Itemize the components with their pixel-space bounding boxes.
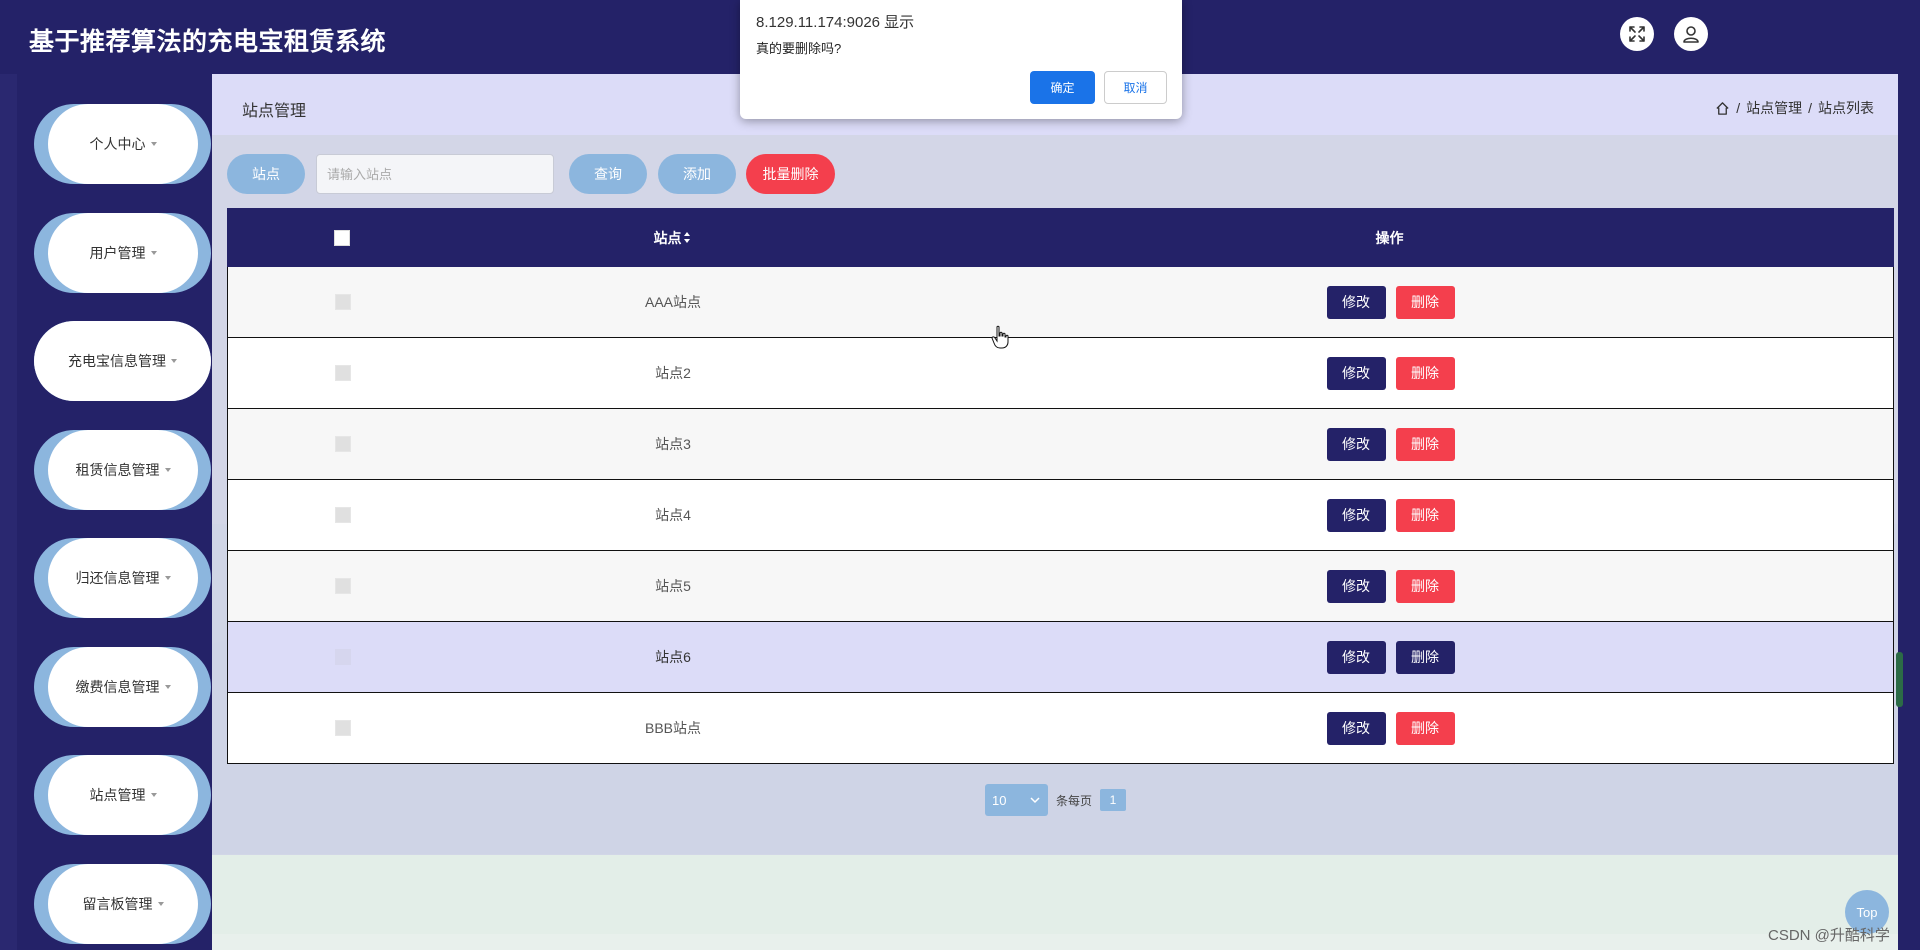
table-row: BBB站点 修改 删除 [227,693,1894,764]
sidebar-item-powerbank-info[interactable]: 充电宝信息管理 [34,321,211,401]
caret-down-icon [150,793,157,797]
caret-down-icon [150,142,157,146]
sidebar-item-rental-info[interactable]: 租赁信息管理 [34,430,211,510]
home-icon[interactable] [1715,101,1730,116]
station-search-input[interactable] [316,154,554,194]
page-number-button[interactable]: 1 [1100,789,1127,811]
fullscreen-button[interactable] [1620,17,1654,51]
breadcrumb-station-management[interactable]: 站点管理 [1746,98,1802,118]
main-content: 站点管理 / 站点管理 / 站点列表 站点 查询 添加 批量删除 站点 操作 A… [212,74,1898,950]
user-button[interactable] [1674,17,1708,51]
column-header-station[interactable]: 站点 [457,208,887,267]
station-name: 站点6 [655,649,691,665]
station-name: BBB站点 [644,720,701,736]
row-checkbox[interactable] [335,436,351,452]
edit-button[interactable]: 修改 [1326,427,1386,461]
table-row: 站点4 修改 删除 [227,480,1894,551]
sidebar-item-station-management[interactable]: 站点管理 [34,755,211,835]
hand-cursor-icon [991,325,1009,349]
sidebar: 个人中心 用户管理 充电宝信息管理 租赁信息管理 归还信息管理 缴费信息管理 站… [17,74,212,950]
station-name: 站点4 [655,507,691,523]
edit-button[interactable]: 修改 [1326,285,1386,319]
delete-button[interactable]: 删除 [1395,711,1455,745]
dialog-origin: 8.129.11.174:9026 显示 [756,14,915,31]
table-row: 站点2 修改 删除 [227,338,1894,409]
station-filter-label: 站点 [227,154,305,194]
confirm-ok-button[interactable]: 确定 [1030,71,1095,104]
caret-down-icon [171,359,177,363]
station-name: 站点2 [655,365,691,381]
caret-down-icon [164,576,171,580]
row-checkbox[interactable] [335,365,351,381]
breadcrumb-station-list: 站点列表 [1818,100,1874,116]
delete-button[interactable]: 删除 [1395,427,1455,461]
sidebar-item-personal-center[interactable]: 个人中心 [34,104,211,184]
page-title: 站点管理 [242,103,307,120]
table-row: 站点5 修改 删除 [227,551,1894,622]
edit-button[interactable]: 修改 [1326,498,1386,532]
row-checkbox[interactable] [335,507,351,523]
table-row: 站点6 修改 删除 [227,622,1894,693]
breadcrumb: / 站点管理 / 站点列表 [1715,98,1874,118]
delete-button[interactable]: 删除 [1395,285,1455,319]
edit-button[interactable]: 修改 [1326,640,1386,674]
edit-button[interactable]: 修改 [1326,356,1386,390]
station-name: AAA站点 [644,294,701,310]
select-all-checkbox[interactable] [334,229,350,246]
pagination: 10 条每页 1 [985,784,1127,816]
table-header: 站点 操作 [227,208,1894,267]
edit-button[interactable]: 修改 [1326,711,1386,745]
confirm-cancel-button[interactable]: 取消 [1104,71,1167,104]
scrollbar-thumb[interactable] [1896,652,1903,707]
table-row: 站点3 修改 删除 [227,409,1894,480]
row-checkbox[interactable] [335,649,351,665]
caret-down-icon [164,685,171,689]
sidebar-item-message-board[interactable]: 留言板管理 [34,864,211,944]
caret-down-icon [164,468,171,472]
station-name: 站点3 [655,436,691,452]
app-title: 基于推荐算法的充电宝租赁系统 [29,28,387,56]
page-size-select[interactable]: 10 [985,784,1048,816]
delete-button[interactable]: 删除 [1395,498,1455,532]
edit-button[interactable]: 修改 [1326,569,1386,603]
column-header-actions: 操作 [1375,229,1404,246]
sidebar-item-user-management[interactable]: 用户管理 [34,213,211,293]
watermark: CSDN @升酷科学 [1768,927,1890,944]
sidebar-item-return-info[interactable]: 归还信息管理 [34,538,211,618]
confirm-dialog: 8.129.11.174:9026 显示 真的要删除吗? 确定 取消 [740,0,1182,119]
row-checkbox[interactable] [335,720,351,736]
sidebar-item-payment-info[interactable]: 缴费信息管理 [34,647,211,727]
caret-down-icon [157,902,164,906]
table-row: AAA站点 修改 删除 [227,267,1894,338]
caret-down-icon [150,251,157,255]
delete-button[interactable]: 删除 [1395,356,1455,390]
delete-button[interactable]: 删除 [1395,569,1455,603]
user-icon [1683,26,1699,43]
sort-icon [683,232,691,243]
station-table: 站点 操作 AAA站点 修改 删除 站点2 修改 删除 站点3 修改 删除 站点… [227,208,1894,764]
query-button[interactable]: 查询 [569,154,647,194]
station-name: 站点5 [655,578,691,594]
dialog-message: 真的要删除吗? [756,41,842,56]
row-checkbox[interactable] [335,294,351,310]
per-page-label: 条每页 [1056,793,1093,808]
batch-delete-button[interactable]: 批量删除 [746,154,835,194]
delete-button[interactable]: 删除 [1395,640,1455,674]
row-checkbox[interactable] [335,578,351,594]
add-button[interactable]: 添加 [658,154,736,194]
chevron-down-icon [1030,797,1040,804]
fullscreen-icon [1629,26,1645,42]
